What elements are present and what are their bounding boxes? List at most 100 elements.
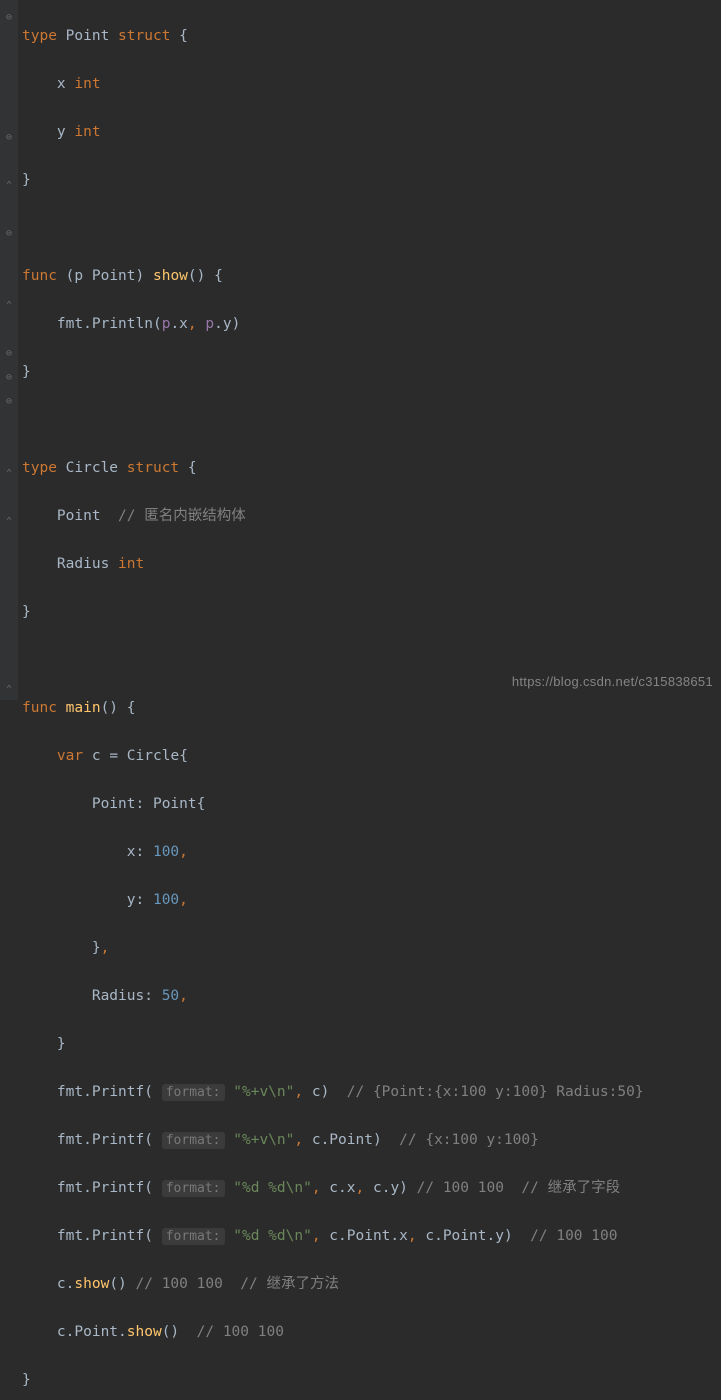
comment: // 匿名内嵌结构体: [118, 508, 246, 524]
type-name: Circle: [127, 748, 179, 764]
var: c: [425, 1228, 434, 1244]
type: int: [74, 76, 100, 92]
var: p: [205, 316, 214, 332]
var: c: [57, 1276, 66, 1292]
type: int: [74, 124, 100, 140]
var: c: [57, 1324, 66, 1340]
string: "%+v\n": [233, 1132, 294, 1148]
code-line[interactable]: [22, 408, 644, 432]
code-line[interactable]: x int: [22, 72, 644, 96]
code-line[interactable]: Point: Point{: [22, 792, 644, 816]
field: y: [495, 1228, 504, 1244]
type-name: Circle: [66, 460, 118, 476]
func-name: show: [153, 268, 188, 284]
param: p: [74, 268, 83, 284]
comment: // 100 100: [197, 1324, 284, 1340]
code-line[interactable]: type Point struct {: [22, 24, 644, 48]
code-line[interactable]: fmt.Println(p.x, p.y): [22, 312, 644, 336]
call: Println: [92, 316, 153, 332]
keyword: type: [22, 28, 57, 44]
fold-icon[interactable]: ⊖: [3, 342, 15, 354]
field: y: [223, 316, 232, 332]
field: y: [127, 892, 136, 908]
comment: // 继承了方法: [240, 1276, 339, 1292]
code-line[interactable]: fmt.Printf( format: "%+v\n", c.Point) //…: [22, 1128, 644, 1152]
var: c: [373, 1180, 382, 1196]
fold-end-icon[interactable]: ⌃: [3, 678, 15, 690]
code-line[interactable]: fmt.Printf( format: "%d %d\n", c.x, c.y)…: [22, 1176, 644, 1200]
comment: // {Point:{x:100 y:100} Radius:50}: [347, 1084, 644, 1100]
fold-end-icon[interactable]: ⌃: [3, 174, 15, 186]
var: c: [92, 748, 101, 764]
var: c: [312, 1084, 321, 1100]
code-line[interactable]: y int: [22, 120, 644, 144]
fold-end-icon[interactable]: ⌃: [3, 462, 15, 474]
param-hint: format:: [162, 1132, 225, 1149]
code-line[interactable]: fmt.Printf( format: "%d %d\n", c.Point.x…: [22, 1224, 644, 1248]
field: Point: [57, 508, 101, 524]
code-line[interactable]: [22, 648, 644, 672]
pkg: fmt: [57, 1180, 83, 1196]
code-line[interactable]: }: [22, 1032, 644, 1056]
code-line[interactable]: },: [22, 936, 644, 960]
fold-icon[interactable]: ⊖: [3, 6, 15, 18]
field: x: [399, 1228, 408, 1244]
code-line[interactable]: x: 100,: [22, 840, 644, 864]
number: 100: [153, 844, 179, 860]
param-hint: format:: [162, 1084, 225, 1101]
code-line[interactable]: }: [22, 168, 644, 192]
fold-end-icon[interactable]: ⌃: [3, 294, 15, 306]
call: Printf: [92, 1132, 144, 1148]
field: x: [179, 316, 188, 332]
pkg: fmt: [57, 1132, 83, 1148]
code-line[interactable]: y: 100,: [22, 888, 644, 912]
code-line[interactable]: var c = Circle{: [22, 744, 644, 768]
fold-icon[interactable]: ⊖: [3, 222, 15, 234]
var: c: [329, 1228, 338, 1244]
field: Point: [74, 1324, 118, 1340]
code-editor[interactable]: ⊖ ⊖ ⌃ ⊖ ⌃ ⊖ ⊖ ⊖ ⌃ ⌃ ⌃ type Point struct …: [0, 0, 721, 700]
keyword: type: [22, 460, 57, 476]
comment: // 100 100: [136, 1276, 223, 1292]
watermark: https://blog.csdn.net/c315838651: [512, 670, 713, 694]
code-line[interactable]: func (p Point) show() {: [22, 264, 644, 288]
code-line[interactable]: c.show() // 100 100 // 继承了方法: [22, 1272, 644, 1296]
code-area[interactable]: type Point struct { x int y int } func (…: [18, 0, 648, 700]
string: "%d %d\n": [233, 1180, 312, 1196]
keyword: func: [22, 700, 57, 716]
call: Printf: [92, 1180, 144, 1196]
code-line[interactable]: type Circle struct {: [22, 456, 644, 480]
code-line[interactable]: Point // 匿名内嵌结构体: [22, 504, 644, 528]
comment: // {x:100 y:100}: [399, 1132, 539, 1148]
fold-icon[interactable]: ⊖: [3, 390, 15, 402]
fold-icon[interactable]: ⊖: [3, 366, 15, 378]
fold-icon[interactable]: ⊖: [3, 126, 15, 138]
keyword: var: [57, 748, 83, 764]
code-line[interactable]: Radius int: [22, 552, 644, 576]
number: 100: [153, 892, 179, 908]
code-line[interactable]: }: [22, 600, 644, 624]
code-line[interactable]: c.Point.show() // 100 100: [22, 1320, 644, 1344]
string: "%d %d\n": [233, 1228, 312, 1244]
field: Point: [347, 1228, 391, 1244]
code-line[interactable]: }: [22, 1368, 644, 1392]
param-hint: format:: [162, 1228, 225, 1245]
func-name: main: [66, 700, 101, 716]
number: 50: [162, 988, 179, 1004]
code-line[interactable]: fmt.Printf( format: "%+v\n", c) // {Poin…: [22, 1080, 644, 1104]
field: Point: [92, 796, 136, 812]
fold-end-icon[interactable]: ⌃: [3, 510, 15, 522]
string: "%+v\n": [233, 1084, 294, 1100]
type-name: Point: [66, 28, 110, 44]
pkg: fmt: [57, 1084, 83, 1100]
code-line[interactable]: [22, 216, 644, 240]
keyword: func: [22, 268, 57, 284]
call: show: [127, 1324, 162, 1340]
comment: // 继承了字段: [521, 1180, 620, 1196]
code-line[interactable]: Radius: 50,: [22, 984, 644, 1008]
var: c: [312, 1132, 321, 1148]
field: Point: [329, 1132, 373, 1148]
code-line[interactable]: }: [22, 360, 644, 384]
gutter: ⊖ ⊖ ⌃ ⊖ ⌃ ⊖ ⊖ ⊖ ⌃ ⌃ ⌃: [0, 0, 18, 700]
field: Radius: [57, 556, 109, 572]
